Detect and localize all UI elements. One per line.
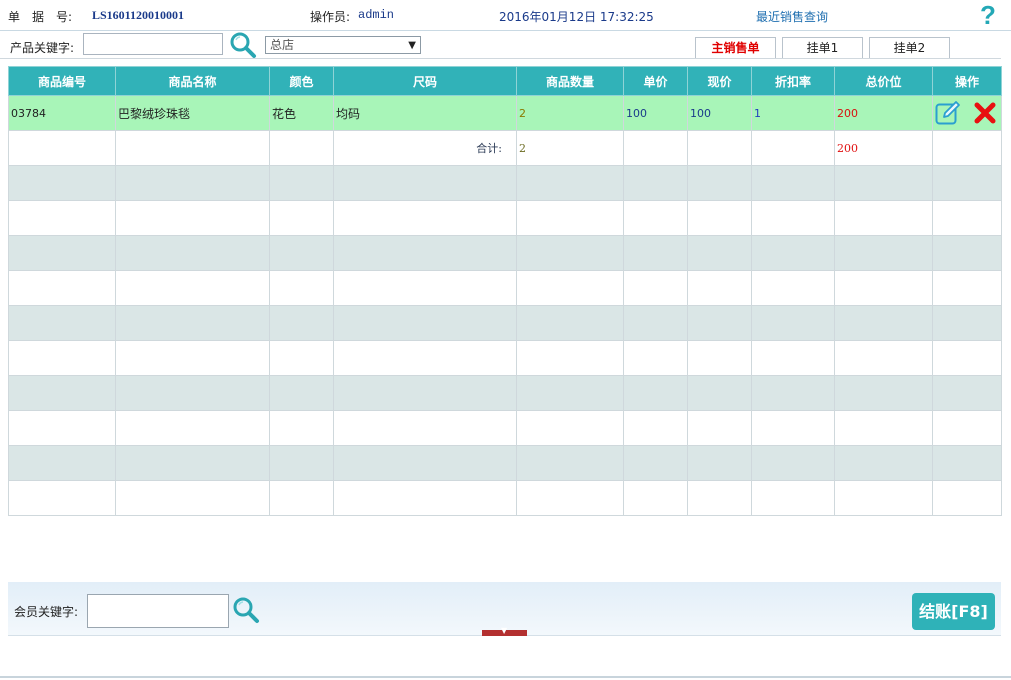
- empty-row: [8, 165, 1002, 201]
- empty-row: [8, 375, 1002, 411]
- col-header-unit-price: 单价: [623, 66, 688, 96]
- tab-hold-1[interactable]: 挂单1: [782, 37, 863, 58]
- datetime: 2016年01月12日 17:32:25: [499, 10, 654, 24]
- empty-row: [8, 200, 1002, 236]
- col-header-code: 商品编号: [8, 66, 116, 96]
- store-select[interactable]: 总店 ▼: [265, 36, 421, 54]
- chevron-down-icon: ▼: [501, 626, 508, 635]
- col-header-actions: 操作: [932, 66, 1002, 96]
- member-keyword-label: 会员关键字:: [14, 605, 79, 619]
- cell-qty[interactable]: 2: [516, 95, 624, 131]
- product-keyword-input[interactable]: [83, 33, 223, 55]
- cell-color: 花色: [269, 95, 334, 131]
- col-header-total: 总价位: [834, 66, 933, 96]
- recent-sales-link[interactable]: 最近销售查询: [756, 8, 828, 25]
- col-header-current-price: 现价: [687, 66, 752, 96]
- member-search-icon[interactable]: [232, 596, 260, 624]
- col-header-discount: 折扣率: [751, 66, 835, 96]
- summary-row: 合计: 2 200: [8, 130, 1002, 166]
- collapse-toggle[interactable]: ▼: [482, 626, 527, 636]
- summary-label: 合计:: [333, 130, 517, 166]
- cell-current-price: 100: [687, 95, 752, 131]
- top-bar: 单 据 号: LS1601120010001 操作员: admin 2016年0…: [0, 0, 1011, 31]
- sales-table: 商品编号 商品名称 颜色 尺码 商品数量 单价 现价 折扣率 总价位 操作 03…: [8, 66, 1002, 516]
- operator-label: 操作员:: [310, 10, 351, 24]
- cell-size: 均码: [333, 95, 517, 131]
- summary-qty: 2: [516, 130, 624, 166]
- cell-unit-price: 100: [623, 95, 688, 131]
- tab-hold-2[interactable]: 挂单2: [869, 37, 950, 58]
- edit-icon[interactable]: [935, 100, 961, 126]
- operator-name: admin: [358, 8, 395, 22]
- empty-row: [8, 235, 1002, 271]
- cell-discount: 1: [751, 95, 835, 131]
- empty-row: [8, 410, 1002, 446]
- checkout-button[interactable]: 结账[F8]: [912, 593, 995, 630]
- col-header-color: 颜色: [269, 66, 334, 96]
- tab-main-order[interactable]: 主销售单: [695, 37, 776, 58]
- help-icon[interactable]: ?: [977, 2, 999, 28]
- product-keyword-label: 产品关键字:: [10, 41, 75, 55]
- search-icon[interactable]: [229, 31, 257, 59]
- store-selected-value: 总店: [270, 38, 295, 52]
- empty-row: [8, 305, 1002, 341]
- cell-code: 03784: [8, 95, 116, 131]
- col-header-size: 尺码: [333, 66, 517, 96]
- summary-total: 200: [834, 130, 933, 166]
- doc-number: LS1601120010001: [92, 8, 185, 22]
- empty-row: [8, 270, 1002, 306]
- bottom-divider: [0, 676, 1011, 678]
- col-header-qty: 商品数量: [516, 66, 624, 96]
- table-row[interactable]: 03784 巴黎绒珍珠毯 花色 均码 2 100 100 1 200: [8, 95, 1002, 131]
- empty-row: [8, 340, 1002, 376]
- empty-row: [8, 480, 1002, 516]
- col-header-name: 商品名称: [115, 66, 270, 96]
- tab-divider: [0, 58, 1001, 59]
- doc-number-label: 单 据 号:: [8, 10, 73, 24]
- delete-icon[interactable]: [973, 100, 997, 126]
- chevron-down-icon: ▼: [408, 40, 416, 51]
- cell-actions: [932, 95, 1002, 131]
- member-keyword-input[interactable]: [87, 594, 229, 628]
- table-header: 商品编号 商品名称 颜色 尺码 商品数量 单价 现价 折扣率 总价位 操作: [8, 66, 1002, 96]
- cell-total: 200: [834, 95, 933, 131]
- empty-row: [8, 445, 1002, 481]
- cell-name: 巴黎绒珍珠毯: [115, 95, 270, 131]
